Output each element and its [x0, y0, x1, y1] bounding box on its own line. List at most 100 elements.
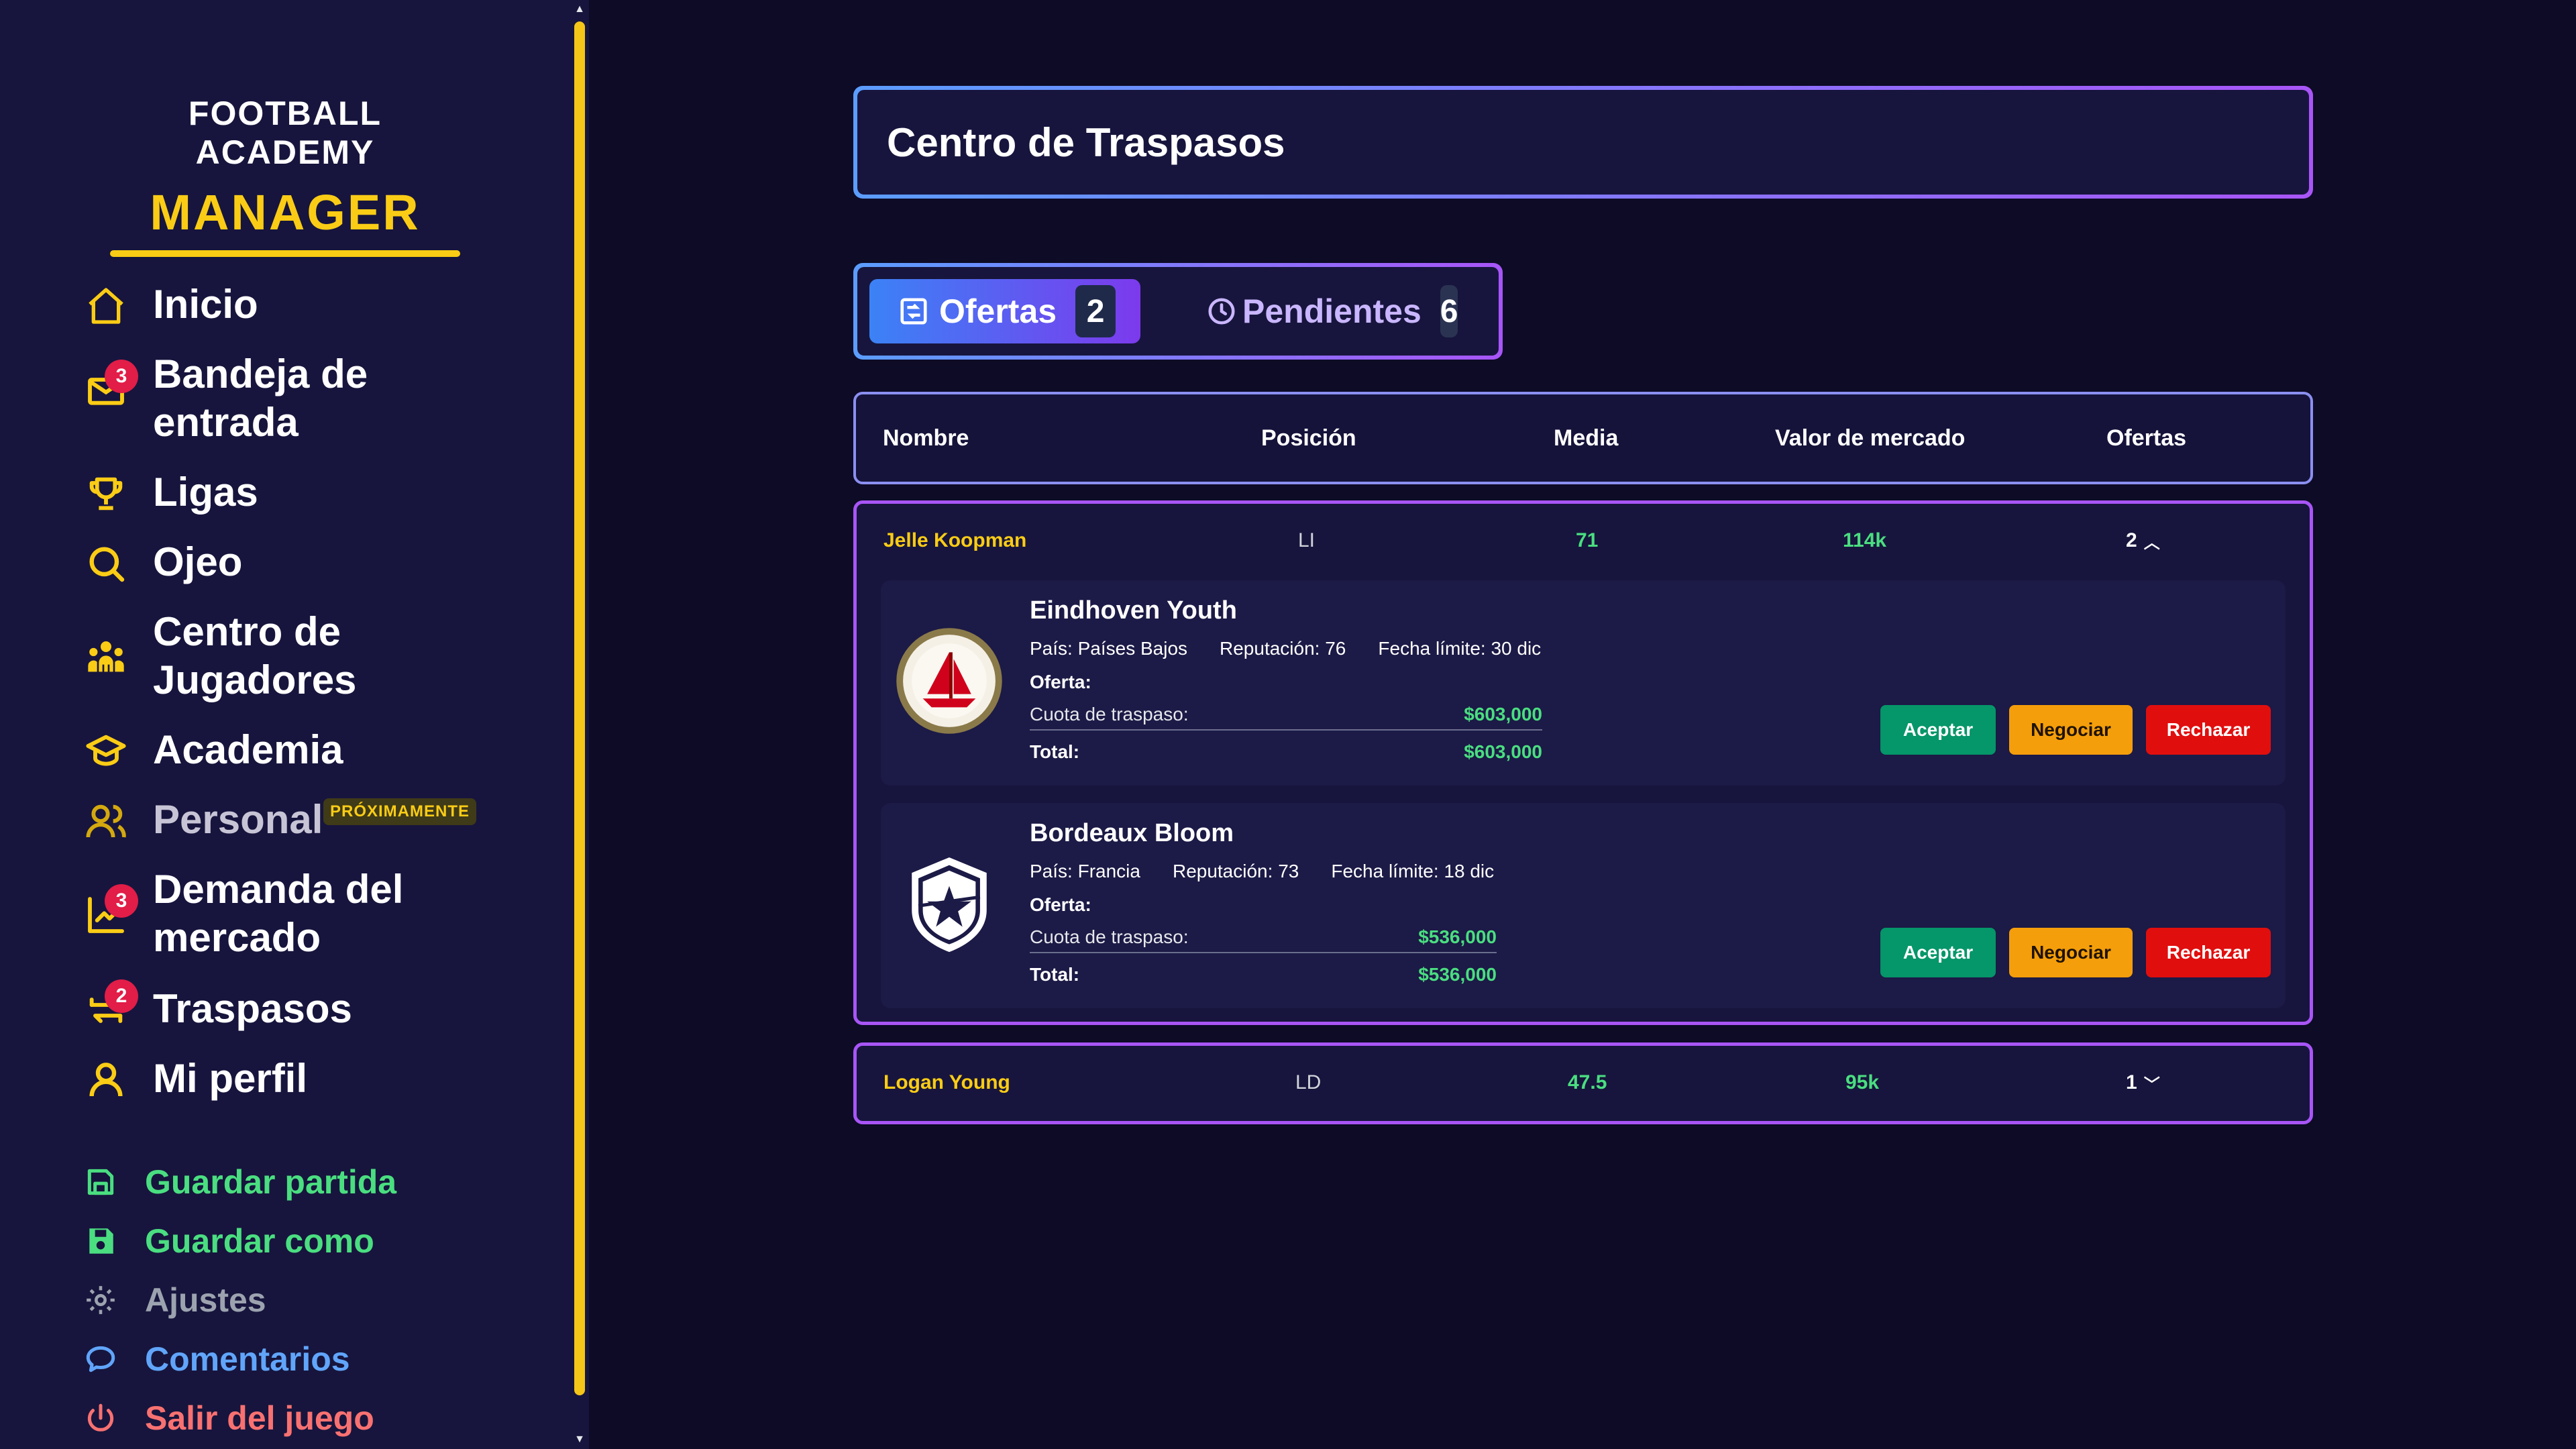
nav-item-ojeo[interactable]: Ojeo	[80, 538, 483, 589]
total-label: Total:	[1030, 741, 1080, 762]
header-posicion[interactable]: Posición	[1261, 394, 1356, 482]
util-label: Guardar como	[145, 1222, 374, 1260]
nav-item-personal: Personal PRÓXIMAMENTE	[80, 796, 483, 847]
page-title-panel: Centro de Traspasos	[853, 86, 2313, 199]
offers-toggle[interactable]: 2 ︿	[2126, 504, 2160, 578]
save-as-button[interactable]: Guardar como	[80, 1221, 483, 1261]
power-icon	[80, 1398, 121, 1438]
star-shield-crest-icon	[912, 857, 987, 953]
sailboat-crest-icon	[896, 628, 1002, 734]
negotiate-button[interactable]: Negociar	[2009, 928, 2133, 977]
exit-game-button[interactable]: Salir del juego	[80, 1398, 483, 1438]
player-position: LI	[1298, 529, 1316, 551]
scroll-up-arrow-icon[interactable]: ▲	[570, 1, 589, 17]
offers-icon	[894, 291, 934, 331]
player-value: 95k	[1845, 1071, 1880, 1093]
clock-icon	[1206, 291, 1237, 331]
accept-button[interactable]: Aceptar	[1880, 928, 1996, 977]
demand-badge: 3	[105, 884, 138, 918]
table-row[interactable]: Jelle Koopman LI 71 114k 2 ︿	[857, 504, 2310, 578]
save-icon	[80, 1162, 121, 1202]
offer-label: Oferta:	[1030, 672, 1091, 692]
sidebar-scrollbar[interactable]: ▲ ▼	[570, 0, 589, 1449]
table-row[interactable]: Logan Young LD 47.5 95k 1 ﹀	[857, 1046, 2310, 1120]
save-game-button[interactable]: Guardar partida	[80, 1162, 483, 1202]
nav-item-mi-perfil[interactable]: Mi perfil	[80, 1055, 483, 1106]
util-label: Comentarios	[145, 1340, 350, 1378]
fee-value: $536,000	[1418, 926, 1497, 947]
chevron-down-icon: ﹀	[2143, 1075, 2160, 1094]
transfer-fee-row: Cuota de traspaso: $603,000	[1030, 704, 1542, 731]
feedback-button[interactable]: Comentarios	[80, 1339, 483, 1379]
user-icon	[80, 1055, 131, 1106]
country-key: País:	[1030, 861, 1073, 881]
chevron-up-icon: ︿	[2143, 533, 2160, 552]
deadline-value: 18 dic	[1444, 861, 1495, 881]
nav-label: Traspasos	[153, 986, 352, 1031]
nav-label: Mi perfil	[153, 1056, 308, 1101]
nav-item-traspasos[interactable]: 2 Traspasos	[80, 979, 483, 1036]
offer-deadline: Fecha límite: 18 dic	[1331, 861, 1494, 882]
reject-button[interactable]: Rechazar	[2146, 705, 2271, 755]
player-value: 114k	[1843, 529, 1887, 551]
accept-button[interactable]: Aceptar	[1880, 705, 1996, 755]
reputation-value: 73	[1278, 861, 1299, 881]
reputation-value: 76	[1325, 638, 1346, 659]
club-reputation: Reputación: 73	[1173, 861, 1299, 882]
scrollbar-thumb[interactable]	[574, 21, 585, 1395]
sidebar: FOOTBALL ACADEMY MANAGER Inicio 3 Bandej…	[0, 0, 589, 1449]
brand-top-text: FOOTBALL ACADEMY	[188, 95, 382, 171]
settings-button[interactable]: Ajustes	[80, 1280, 483, 1320]
header-valor-mercado[interactable]: Valor de mercado	[1775, 394, 1965, 482]
fee-label: Cuota de traspaso:	[1030, 704, 1189, 724]
nav-label: Inicio	[153, 282, 258, 327]
club-name: Bordeaux Bloom	[1030, 819, 1234, 847]
offer-card: Eindhoven Youth País: Países Bajos Reput…	[881, 580, 2286, 786]
fee-label: Cuota de traspaso:	[1030, 926, 1189, 947]
reputation-key: Reputación:	[1220, 638, 1320, 659]
tab-ofertas[interactable]: Ofertas 2	[869, 279, 1140, 343]
tab-count: 6	[1440, 285, 1458, 337]
nav-label: Ligas	[153, 470, 258, 515]
chart-icon: 3	[80, 884, 138, 941]
header-nombre[interactable]: Nombre	[883, 394, 969, 482]
transfer-fee-row: Cuota de traspaso: $536,000	[1030, 926, 1497, 953]
header-ofertas[interactable]: Ofertas	[2106, 394, 2186, 482]
nav-label: Bandeja de entrada	[153, 352, 368, 445]
nav-label: Centro de Jugadores	[153, 609, 357, 702]
offers-count: 1	[2126, 1071, 2137, 1093]
nav-item-centro-jugadores[interactable]: Centro de Jugadores	[80, 608, 483, 704]
player-rating: 47.5	[1568, 1071, 1607, 1093]
nav-item-demanda[interactable]: 3 Demanda del mercado	[80, 865, 483, 962]
country-value: Países Bajos	[1077, 638, 1188, 659]
header-media[interactable]: Media	[1554, 394, 1618, 482]
nav-item-academia[interactable]: Academia	[80, 726, 483, 777]
player-name[interactable]: Logan Young	[883, 1046, 1010, 1120]
fee-value: $603,000	[1464, 704, 1542, 724]
tab-pendientes[interactable]: Pendientes 6	[1182, 279, 1458, 343]
offer-label: Oferta:	[1030, 894, 1091, 915]
nav-item-inicio[interactable]: Inicio	[80, 280, 483, 331]
util-label: Salir del juego	[145, 1399, 374, 1437]
trophy-icon	[80, 468, 131, 519]
club-reputation: Reputación: 76	[1220, 638, 1346, 659]
tab-label: Ofertas	[939, 292, 1057, 330]
offers-toggle[interactable]: 1 ﹀	[2126, 1046, 2160, 1120]
nav-item-ligas[interactable]: Ligas	[80, 468, 483, 519]
negotiate-button[interactable]: Negociar	[2009, 705, 2133, 755]
nav-label: Demanda del mercado	[153, 867, 404, 960]
reject-button[interactable]: Rechazar	[2146, 928, 2271, 977]
mail-icon: 3	[80, 360, 138, 416]
nav-item-bandeja[interactable]: 3 Bandeja de entrada	[80, 350, 483, 447]
util-label: Guardar partida	[145, 1163, 397, 1201]
club-meta: País: Francia Reputación: 73 Fecha límit…	[1030, 861, 1526, 882]
total-value: $536,000	[1418, 964, 1497, 985]
nav-label: Personal	[153, 797, 323, 842]
nav-label: Ojeo	[153, 539, 243, 584]
player-name[interactable]: Jelle Koopman	[883, 504, 1026, 578]
page-title: Centro de Traspasos	[887, 119, 1285, 165]
country-key: País:	[1030, 638, 1073, 659]
club-country: País: Francia	[1030, 861, 1140, 882]
transfer-badge: 2	[105, 979, 138, 1013]
scroll-down-arrow-icon[interactable]: ▼	[570, 1432, 589, 1448]
